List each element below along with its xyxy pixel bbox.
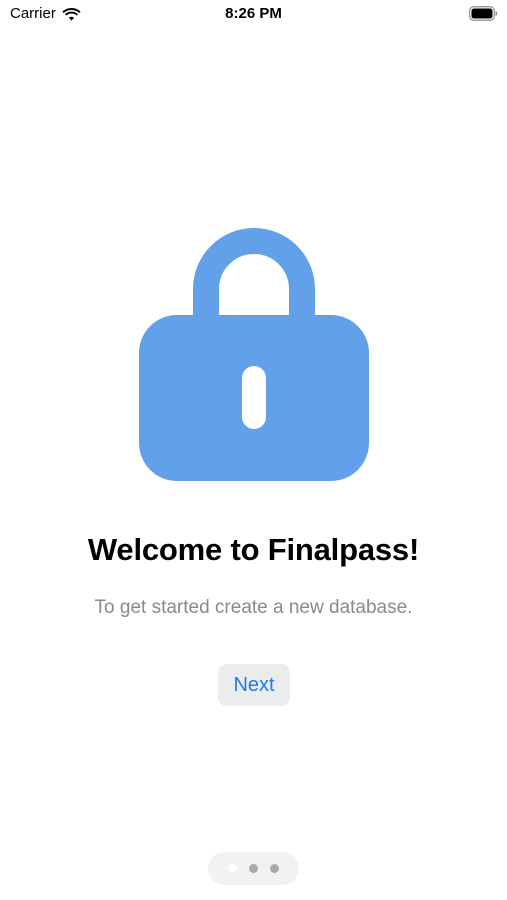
onboarding-subtitle: To get started create a new database. [94,597,413,618]
page-dot[interactable] [249,864,258,873]
page-dot[interactable] [270,864,279,873]
status-bar: Carrier 8:26 PM [0,0,507,30]
lock-icon [139,225,369,481]
next-button[interactable]: Next [218,664,290,706]
page-control[interactable] [208,852,299,885]
welcome-title: Welcome to Finalpass! [87,532,420,567]
battery-full-icon [469,6,498,21]
status-time: 8:26 PM [225,5,282,22]
page-dot-current[interactable] [228,864,237,873]
